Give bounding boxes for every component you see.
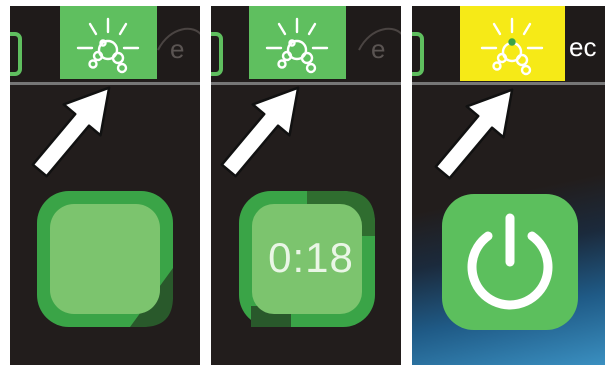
countdown-timer: 0:18 bbox=[268, 234, 354, 281]
screen-art-1: e bbox=[10, 6, 200, 327]
arrow-pointer-icon bbox=[31, 86, 111, 178]
header-divider bbox=[10, 82, 200, 85]
screen-panel-3: ec bbox=[412, 6, 605, 365]
header-divider bbox=[211, 82, 401, 85]
main-button-1[interactable] bbox=[37, 191, 173, 327]
screen-panel-2: e 0:18 bbox=[211, 6, 401, 365]
light-button[interactable] bbox=[249, 6, 346, 79]
brand-ghost-text: e bbox=[170, 34, 184, 64]
light-button[interactable] bbox=[60, 6, 157, 79]
header-divider bbox=[412, 82, 605, 85]
brand-ghost-text: e bbox=[371, 34, 385, 64]
arrow-pointer-icon bbox=[220, 86, 300, 178]
arrow-pointer-icon bbox=[434, 88, 514, 180]
screen-panel-1: e bbox=[10, 6, 200, 365]
brand-text: ec bbox=[569, 32, 597, 62]
screen-art-2: e bbox=[211, 6, 401, 327]
